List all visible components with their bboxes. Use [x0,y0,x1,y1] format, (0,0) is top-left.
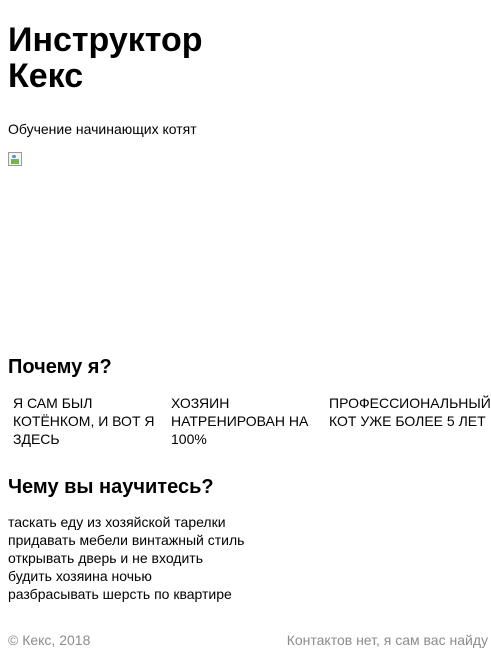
skill-item: придавать мебели винтажный стиль [8,532,245,548]
hero-image [8,152,24,168]
broken-image-icon [8,152,22,166]
page-footer: © Кекс, 2018 Контактов нет, я сам вас на… [8,631,488,649]
skills-list: таскать еду из хозяйской тарелки придава… [8,513,244,603]
why-me-heading: Почему я? [8,356,112,378]
reason-item: Профессиональный кот уже более 5 лет [329,395,491,429]
what-you-learn-heading: Чему вы научитесь? [8,476,214,498]
page-title: Инструктор Кекс [8,22,203,94]
page-title-line-2: Кекс [8,57,84,95]
reason-item: Хозяин натренирован на 100% [171,395,309,447]
contacts-text: Контактов нет, я сам вас найду [286,632,488,648]
reasons-list: Я сам был котёнком, и вот я здесь Хозяин… [13,394,491,454]
page-title-line-1: Инструктор [8,21,203,59]
reason-item: Я сам был котёнком, и вот я здесь [13,395,155,447]
page-subtitle: Обучение начинающих котят [8,121,197,137]
skill-item: будить хозяина ночью [8,568,152,584]
skill-item: таскать еду из хозяйской тарелки [8,514,226,530]
skill-item: открывать дверь и не входить [8,550,203,566]
skill-item: разбрасывать шерсть по квартире [8,586,232,602]
copyright-text: © Кекс, 2018 [8,632,91,648]
